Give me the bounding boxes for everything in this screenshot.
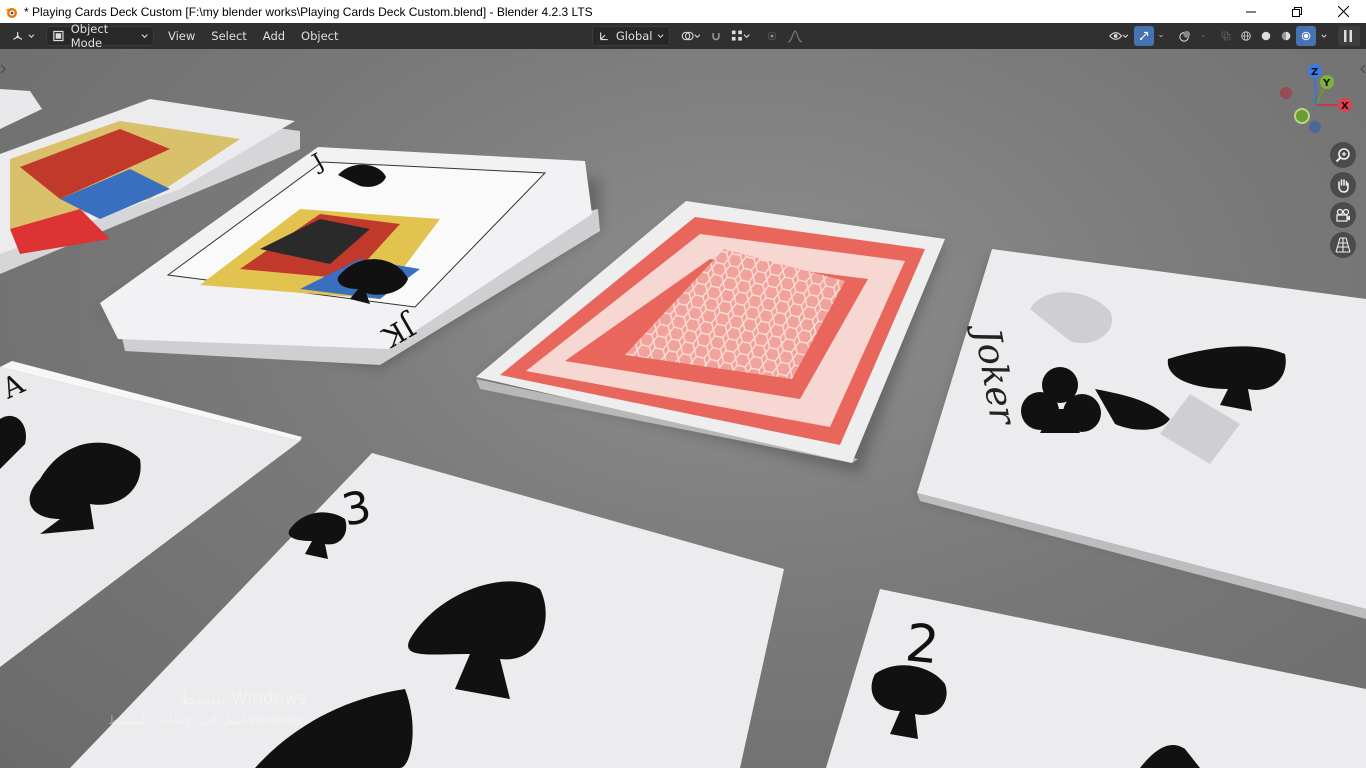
overlay-dropdown[interactable] xyxy=(1196,26,1210,46)
toolbar-expand-icon[interactable] xyxy=(0,64,6,74)
y-axis-label: Y xyxy=(1322,78,1331,89)
window-title: * Playing Cards Deck Custom [F:\my blend… xyxy=(24,4,593,19)
zoom-button[interactable] xyxy=(1330,142,1356,168)
snap-grid-icon xyxy=(731,30,742,41)
orientation-label: Global xyxy=(615,29,653,43)
gizmo-dropdown[interactable] xyxy=(1154,26,1168,46)
restore-icon xyxy=(1292,6,1302,17)
pan-button[interactable] xyxy=(1330,172,1356,198)
perspective-toggle-button[interactable] xyxy=(1330,232,1356,258)
menu-object[interactable]: Object xyxy=(293,26,346,46)
proportional-falloff-dropdown[interactable] xyxy=(782,26,808,46)
chevron-down-icon xyxy=(694,34,701,38)
chevron-down-icon xyxy=(1201,35,1205,38)
perspective-grid-icon xyxy=(1335,237,1351,253)
neg-x-axis-handle[interactable] xyxy=(1280,87,1292,99)
windows-activation-watermark: تنشيط Windows انتقل إلى الإعدادات لتنشيط… xyxy=(62,689,307,727)
proportional-edit-toggle[interactable] xyxy=(762,26,782,46)
menu-view[interactable]: View xyxy=(160,26,203,46)
orientation-axes-icon xyxy=(599,32,608,41)
watermark-line2: انتقل إلى الإعدادات لتنشيط Windows. xyxy=(108,713,307,727)
render-scene: J JK Joker A 3 2 xyxy=(0,89,1366,768)
snap-magnet-icon xyxy=(711,33,720,41)
hand-pan-icon xyxy=(1338,179,1349,193)
shading-rendered[interactable] xyxy=(1296,26,1316,46)
overlay-icon xyxy=(1179,30,1191,42)
sidebar-toggle[interactable] xyxy=(1338,26,1360,46)
xray-icon xyxy=(1221,31,1231,41)
object-mode-icon xyxy=(53,30,64,42)
z-axis-label: Z xyxy=(1311,67,1318,78)
proportional-edit-icon xyxy=(767,31,776,41)
blender-logo-icon xyxy=(5,7,17,18)
solid-sphere-icon xyxy=(1261,31,1271,41)
menu-select[interactable]: Select xyxy=(203,26,254,46)
rendered-sphere-icon xyxy=(1301,31,1311,41)
overlay-toggle[interactable] xyxy=(1174,26,1196,46)
chevron-down-icon xyxy=(28,34,35,38)
visibility-dropdown[interactable] xyxy=(1104,26,1134,46)
pivot-icon xyxy=(681,31,694,41)
chevron-down-icon xyxy=(1122,34,1129,38)
pause-bars-icon xyxy=(1344,30,1352,42)
watermark-line1: تنشيط Windows xyxy=(179,689,307,709)
gizmo-toggle[interactable] xyxy=(1134,26,1154,46)
neg-y-axis-handle[interactable] xyxy=(1294,108,1310,124)
wireframe-sphere-icon xyxy=(1241,31,1251,41)
navigation-gizmo[interactable]: X Y Z xyxy=(1272,61,1362,137)
restore-button[interactable] xyxy=(1274,0,1320,23)
mode-dropdown[interactable]: Object Mode xyxy=(46,22,154,50)
chevron-down-icon xyxy=(1159,35,1163,38)
menu-add[interactable]: Add xyxy=(255,26,293,46)
3d-viewport[interactable]: J JK Joker A 3 2 X Y Z تنشيط Windows انت… xyxy=(0,49,1366,768)
chevron-down-icon xyxy=(743,34,750,39)
mode-label: Object Mode xyxy=(70,22,109,50)
camera-icon xyxy=(1336,208,1350,222)
transform-orientation-dropdown[interactable]: Global xyxy=(591,26,670,46)
pivot-point-dropdown[interactable] xyxy=(676,26,706,46)
x-axis-label: X xyxy=(1341,101,1349,112)
chevron-down-icon xyxy=(657,34,664,39)
xray-toggle[interactable] xyxy=(1216,26,1236,46)
minimize-icon xyxy=(1246,11,1256,12)
falloff-curve-icon xyxy=(787,30,802,43)
snap-toggle[interactable] xyxy=(706,26,726,46)
joker-card[interactable]: Joker xyxy=(917,249,1366,619)
editor-type-button[interactable] xyxy=(6,26,40,46)
close-button[interactable] xyxy=(1320,0,1366,23)
shading-dropdown[interactable] xyxy=(1316,26,1332,46)
two-card[interactable]: 2 xyxy=(826,589,1366,768)
two-rank: 2 xyxy=(903,613,942,676)
zoom-icon xyxy=(1335,148,1350,163)
snap-target-dropdown[interactable] xyxy=(726,26,756,46)
camera-view-button[interactable] xyxy=(1330,202,1356,228)
minimize-button[interactable] xyxy=(1228,0,1274,23)
chevron-down-icon xyxy=(141,34,148,39)
neg-z-axis-handle[interactable] xyxy=(1309,121,1321,133)
shading-material-preview[interactable] xyxy=(1276,26,1296,46)
shading-wireframe[interactable] xyxy=(1236,26,1256,46)
eye-icon xyxy=(1109,32,1123,40)
shading-solid[interactable] xyxy=(1256,26,1276,46)
gizmo-icon xyxy=(1140,31,1149,40)
close-icon xyxy=(1337,6,1349,17)
window-titlebar: * Playing Cards Deck Custom [F:\my blend… xyxy=(0,0,1366,23)
editor-type-icon xyxy=(13,31,23,40)
viewport-header: Object Mode View Select Add Object Globa… xyxy=(0,22,1366,50)
chevron-down-icon xyxy=(1321,34,1327,38)
material-sphere-icon xyxy=(1281,31,1291,41)
